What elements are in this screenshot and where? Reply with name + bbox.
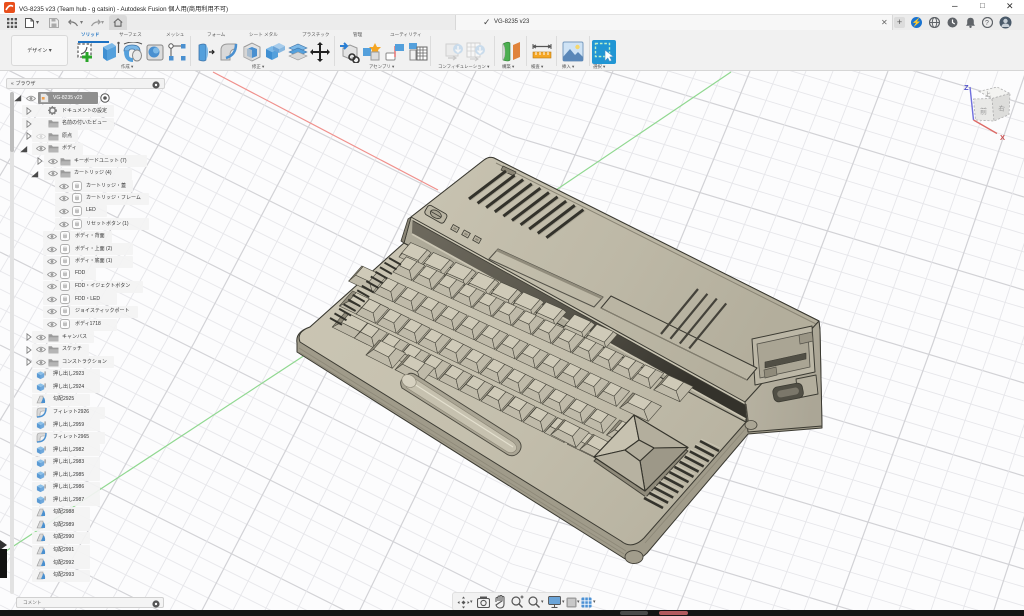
- svg-text:X: X: [1000, 133, 1005, 142]
- svg-text:前: 前: [980, 107, 987, 116]
- svg-text:Z: Z: [964, 83, 969, 92]
- svg-text:?: ?: [985, 20, 989, 27]
